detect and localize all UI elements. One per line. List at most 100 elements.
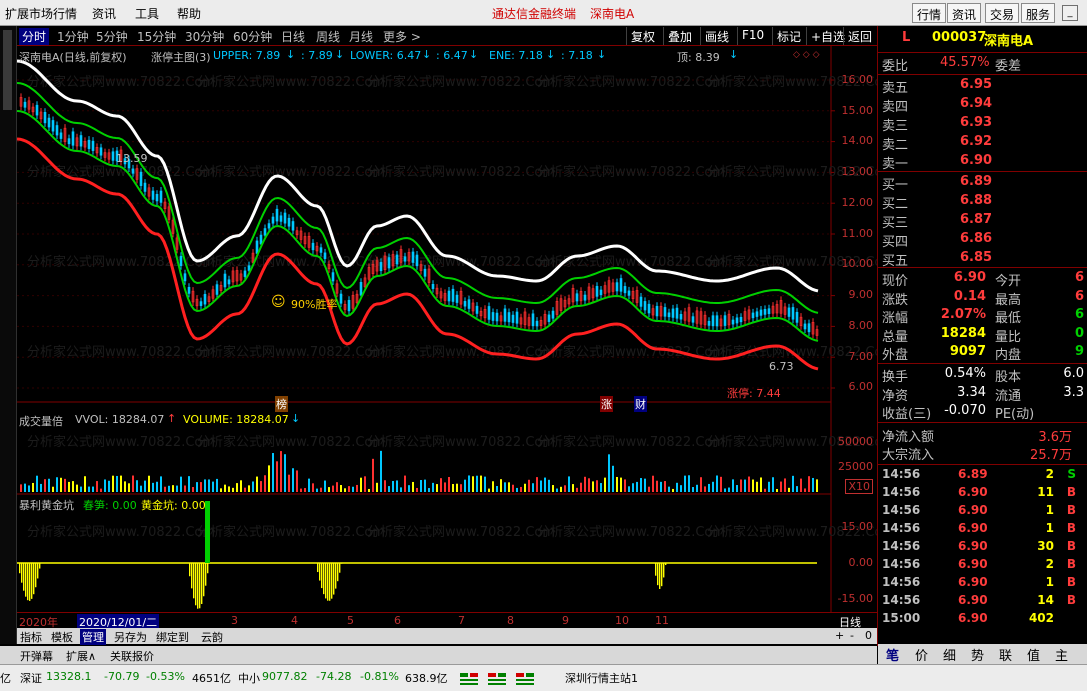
ask-row[interactable]: 卖二 6.92 — [880, 134, 1084, 153]
date-axis[interactable]: 2020年 2020/12/01/二 3 4 5 6 7 8 9 10 11 日… — [17, 612, 877, 630]
candle-body — [323, 252, 327, 260]
period-tab-weekly[interactable]: 周线 — [316, 28, 340, 45]
period-tab-5min[interactable]: 5分钟 — [96, 28, 128, 45]
bid-row[interactable]: 买四 6.86 — [880, 231, 1084, 250]
chart-canvas[interactable]: 分析家公式网www.70822.Com分析家公式网www.70822.Com分析… — [17, 46, 877, 612]
minimize-icon[interactable]: _ — [1062, 5, 1078, 21]
volume-bar — [632, 483, 634, 492]
trade-row[interactable]: 14:56 6.90 11 B — [880, 485, 1084, 503]
trade-row[interactable]: 14:56 6.90 14 B — [880, 593, 1084, 611]
tab-linked[interactable]: 联 — [999, 645, 1012, 664]
zoom-in-icon[interactable]: + — [835, 629, 844, 642]
menu-extended-market[interactable]: 扩展市场行情 — [5, 5, 77, 22]
trade-row[interactable]: 14:56 6.89 2 S — [880, 467, 1084, 485]
tab-bind-to[interactable]: 绑定到 — [156, 629, 189, 645]
sme-index-label[interactable]: 中小 — [238, 670, 260, 686]
service-button[interactable]: 服务 — [1021, 3, 1056, 23]
quotes-button[interactable]: 行情 — [912, 3, 947, 23]
bid-row[interactable]: 买三 6.87 — [880, 212, 1084, 231]
period-tab-60min[interactable]: 60分钟 — [233, 28, 272, 45]
period-tab-more[interactable]: 更多 > — [383, 28, 421, 45]
f10-button[interactable]: F10 — [737, 27, 768, 45]
volume-bar — [420, 480, 422, 492]
left-scrollbar[interactable] — [0, 26, 17, 644]
chart-pane[interactable]: 分析家公式网www.70822.Com 分析家公式网www.70822.Com 分析… — [17, 46, 877, 628]
volume-bar — [604, 477, 606, 492]
tab-trend[interactable]: 势 — [971, 645, 984, 664]
ask-row[interactable]: 卖三 6.93 — [880, 115, 1084, 134]
ask-row[interactable]: 卖一 6.90 — [880, 153, 1084, 172]
mark-button[interactable]: 标记 — [772, 27, 805, 45]
danmaku-toggle[interactable]: 开弹幕 — [20, 648, 53, 664]
diamond-icons[interactable]: ◇ ◇ ◇ — [793, 50, 820, 60]
scroll-thumb[interactable] — [3, 30, 12, 110]
sh-amount-suffix: 亿 — [0, 672, 11, 685]
volume-bar — [436, 484, 438, 492]
tab-cloud[interactable]: 云韵 — [201, 629, 223, 645]
watermark-text: 分析家公式网www.70822.Com — [367, 434, 555, 450]
period-tab-daily[interactable]: 日线 — [281, 28, 305, 45]
draw-button[interactable]: 画线 — [700, 27, 733, 45]
trade-row[interactable]: 15:00 6.90 402 — [880, 611, 1084, 629]
bid-row[interactable]: 买五 6.85 — [880, 250, 1084, 269]
volume-bar — [584, 476, 586, 492]
vol-scale[interactable]: X10 — [845, 479, 873, 494]
server-name[interactable]: 深圳行情主站1 — [565, 670, 638, 686]
trade-row[interactable]: 14:56 6.90 1 B — [880, 503, 1084, 521]
volume-bar — [552, 485, 554, 492]
ask-row[interactable]: 卖五 6.95 — [880, 77, 1084, 96]
trade-row[interactable]: 14:56 6.90 2 B — [880, 557, 1084, 575]
menu-tools[interactable]: 工具 — [135, 5, 159, 22]
zoom-out-icon[interactable]: - — [850, 629, 854, 642]
candle-body — [595, 285, 599, 297]
main-indicator-name[interactable]: 涨停主图(3) — [151, 49, 211, 65]
tab-detail[interactable]: 细 — [943, 645, 956, 664]
watermark-text: 分析家公式网www.70822.Com — [367, 164, 555, 180]
ask-row[interactable]: 卖四 6.94 — [880, 96, 1084, 115]
extend-toggle[interactable]: 扩展∧ — [66, 648, 96, 664]
period-tab-1min[interactable]: 1分钟 — [57, 28, 89, 45]
tab-main[interactable]: 主 — [1055, 645, 1068, 664]
trade-button[interactable]: 交易 — [985, 3, 1020, 23]
volume-title[interactable]: 成交量倍 — [19, 413, 63, 429]
tab-indicator[interactable]: 指标 — [20, 629, 42, 645]
menu-news[interactable]: 资讯 — [92, 5, 116, 22]
tab-manage[interactable]: 管理 — [80, 629, 106, 645]
month-label: 5 — [347, 614, 354, 627]
volume-bar — [504, 482, 506, 492]
limit-up-badge[interactable]: 涨 — [600, 396, 613, 412]
period-tab-monthly[interactable]: 月线 — [349, 28, 373, 45]
volume-bar — [268, 465, 270, 492]
bid-row[interactable]: 买一 6.89 — [880, 174, 1084, 193]
trade-row[interactable]: 14:56 6.90 1 B — [880, 575, 1084, 593]
related-quotes[interactable]: 关联报价 — [110, 648, 154, 664]
rank-badge[interactable]: 榜 — [275, 396, 288, 412]
stat-value: 9097 — [949, 344, 986, 359]
tab-template[interactable]: 模板 — [51, 629, 73, 645]
finance-badge[interactable]: 财 — [634, 396, 647, 412]
period-tab-timeshare[interactable]: 分时 — [19, 28, 50, 45]
tab-ticks[interactable]: 笔 — [886, 645, 899, 664]
volume-bar — [532, 483, 534, 492]
tab-value[interactable]: 值 — [1027, 645, 1040, 664]
volume-bar — [616, 476, 618, 492]
sz-index-label[interactable]: 深证 — [20, 670, 42, 686]
golden-pit-title[interactable]: 暴利黄金坑 — [19, 497, 74, 513]
adjust-button[interactable]: 复权 — [626, 27, 659, 45]
period-tab-15min[interactable]: 15分钟 — [137, 28, 176, 45]
menu-help[interactable]: 帮助 — [177, 5, 201, 22]
trade-row[interactable]: 14:56 6.90 1 B — [880, 521, 1084, 539]
pit-bar — [661, 563, 663, 587]
tab-save-as[interactable]: 另存为 — [114, 629, 147, 645]
volume-bar — [104, 479, 106, 492]
tab-price[interactable]: 价 — [915, 645, 928, 664]
volume-bar — [72, 481, 74, 492]
back-button[interactable]: 返回 — [843, 27, 876, 45]
trade-row[interactable]: 14:56 6.90 30 B — [880, 539, 1084, 557]
news-button[interactable]: 资讯 — [947, 3, 982, 23]
overlay-button[interactable]: 叠加 — [663, 27, 696, 45]
zoom-reset-icon[interactable]: 0 — [865, 629, 872, 642]
bid-row[interactable]: 买二 6.88 — [880, 193, 1084, 212]
volume-bar — [788, 487, 790, 492]
period-tab-30min[interactable]: 30分钟 — [185, 28, 224, 45]
